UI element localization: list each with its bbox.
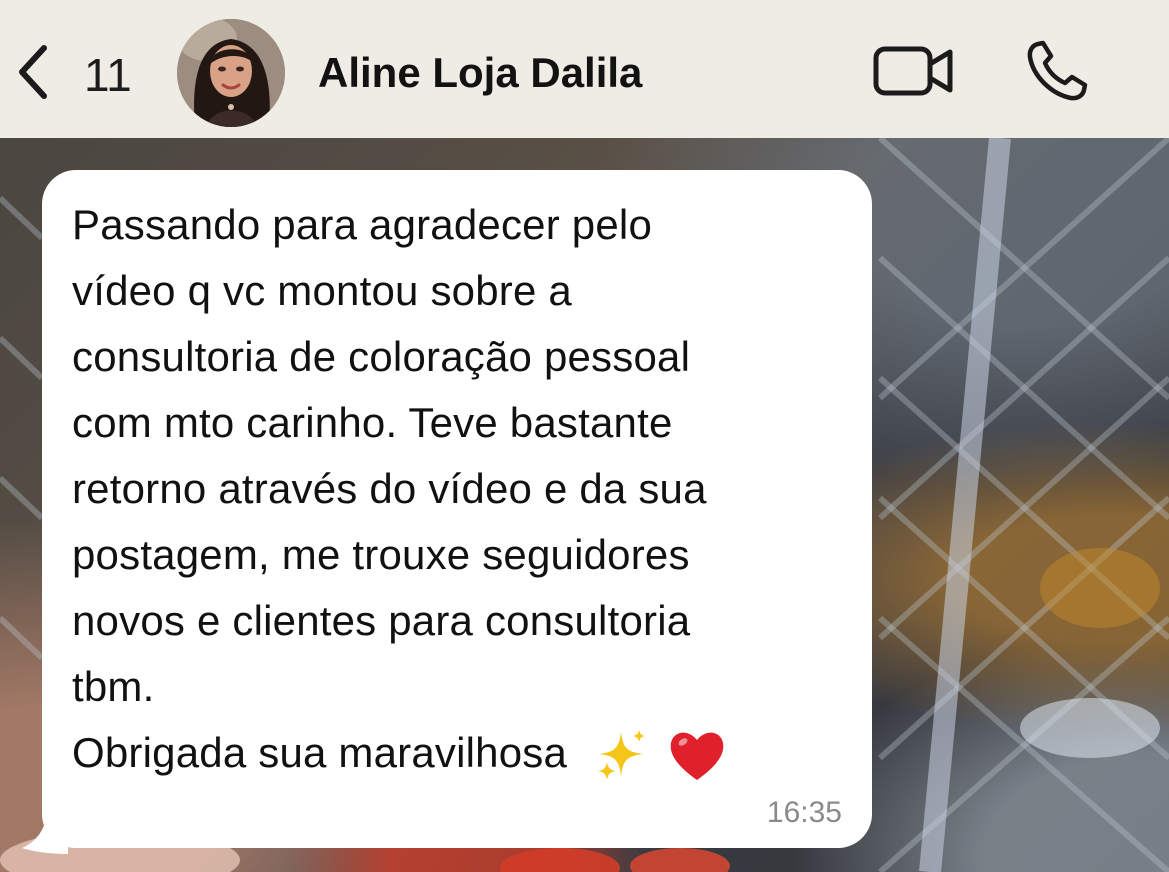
profile-photo <box>177 19 285 127</box>
message-line-last: Obrigada sua maravilhosa <box>72 720 862 786</box>
message-line: postagem, me trouxe seguidores <box>72 531 690 578</box>
chevron-left-icon <box>19 45 47 99</box>
contact-name[interactable]: Aline Loja Dalila <box>318 45 642 101</box>
unread-count[interactable]: 11 <box>84 45 132 105</box>
message-bubble[interactable]: Passando para agradecer pelo vídeo q vc … <box>42 170 872 848</box>
message-line: tbm. <box>72 663 155 710</box>
back-button[interactable] <box>14 40 54 104</box>
message-line: com mto carinho. Teve bastante <box>72 399 673 446</box>
message-line: novos e clientes para consultoria <box>72 597 691 644</box>
message-line: Passando para agradecer pelo <box>72 201 653 248</box>
message-text: Passando para agradecer pelo vídeo q vc … <box>72 192 862 786</box>
message-line-text: Obrigada sua maravilhosa <box>72 729 568 776</box>
message-line: retorno através do vídeo e da sua <box>72 465 707 512</box>
message-timestamp: 16:35 <box>766 796 842 829</box>
avatar[interactable] <box>177 19 285 127</box>
chat-header: 11 Aline Loja Dalila <box>0 0 1169 138</box>
video-camera-icon <box>873 46 953 96</box>
phone-icon <box>1027 40 1088 101</box>
message-line: vídeo q vc montou sobre a <box>72 267 572 314</box>
voice-call-button[interactable] <box>1024 38 1090 104</box>
message-line: consultoria de coloração pessoal <box>72 333 691 380</box>
sparkles-emoji <box>597 729 645 780</box>
video-call-button[interactable] <box>873 42 955 100</box>
red-heart-emoji <box>670 732 724 780</box>
